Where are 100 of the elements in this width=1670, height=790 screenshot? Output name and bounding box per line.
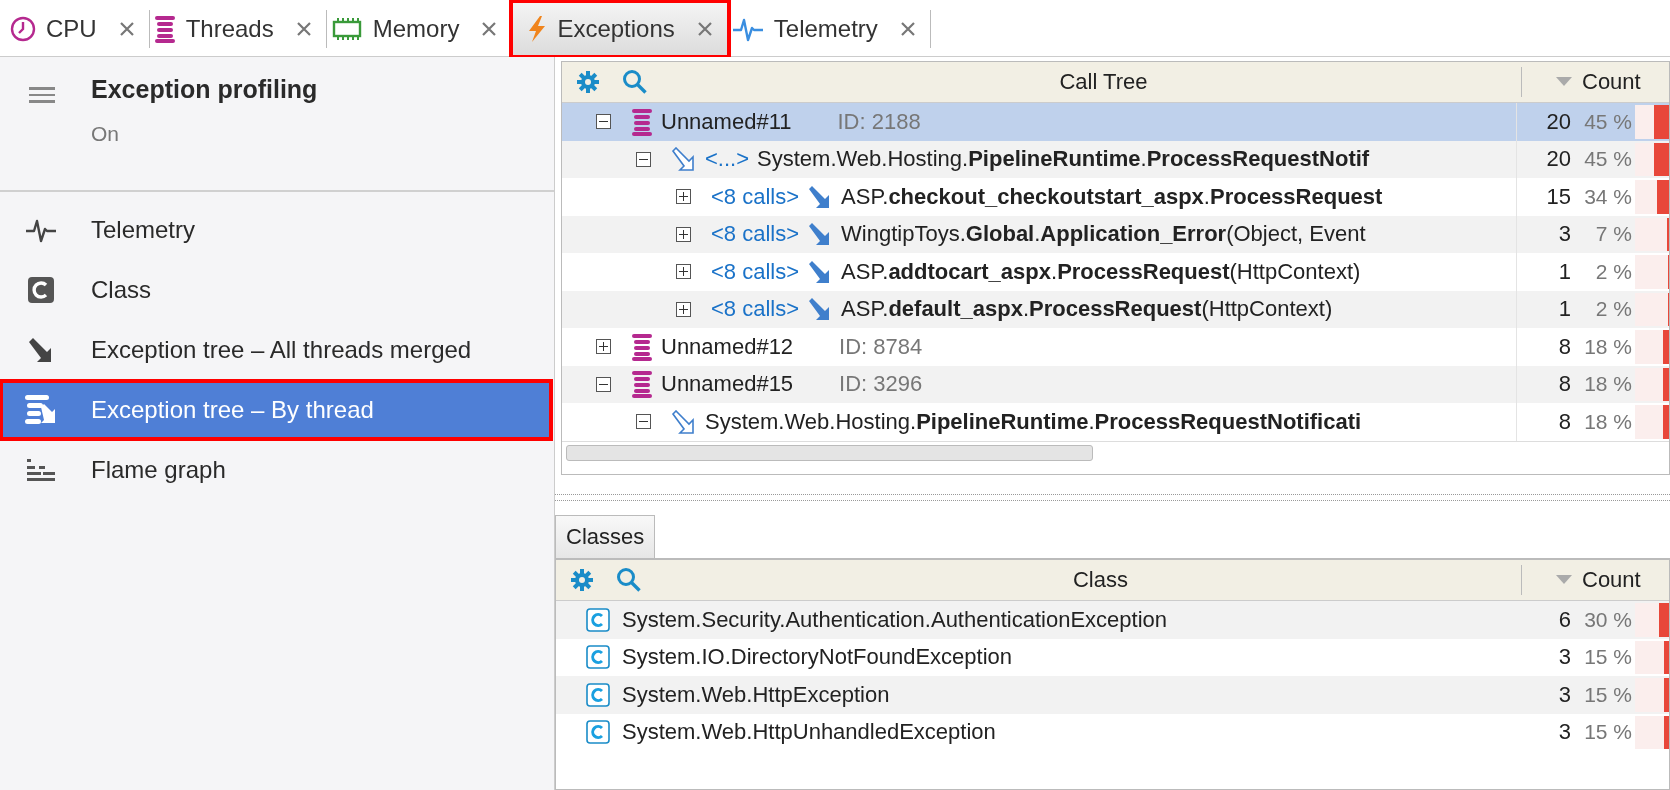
status-text: On bbox=[91, 122, 119, 146]
thread-icon bbox=[631, 332, 653, 361]
tree-row[interactable]: <...> System.Web.Hosting.PipelineRuntime.ProcessRequestNotif 20 45 % bbox=[562, 140, 1669, 178]
thread-icon bbox=[153, 15, 176, 43]
method-name: ASP.default_aspx.ProcessRequest(HttpContext) bbox=[841, 296, 1333, 323]
count-cell-text: 8 bbox=[1557, 408, 1572, 435]
pulse-icon bbox=[731, 16, 764, 42]
flame-graph-icon bbox=[24, 457, 57, 483]
count-column-header[interactable]: Count bbox=[1582, 567, 1641, 593]
percent-text: 18 % bbox=[1584, 409, 1632, 434]
collapse-icon[interactable] bbox=[636, 151, 651, 167]
thread-name: Unnamed#12 bbox=[661, 333, 794, 360]
close-icon[interactable] bbox=[696, 21, 713, 37]
down-right-arrow-icon bbox=[671, 147, 697, 172]
column-header[interactable]: Call Tree bbox=[686, 69, 1521, 95]
column-header[interactable]: Class bbox=[680, 567, 1521, 593]
sidebar-item[interactable]: Exception tree – All threads merged bbox=[0, 320, 554, 380]
count-cell-text: 1 bbox=[1557, 258, 1572, 285]
scrollbar-thumb[interactable] bbox=[566, 444, 1093, 461]
expand-icon[interactable] bbox=[596, 339, 611, 355]
percent-text: 18 % bbox=[1584, 372, 1632, 397]
class-icon bbox=[586, 682, 610, 707]
sidebar-item[interactable]: Telemetry bbox=[0, 200, 554, 260]
sidebar-item[interactable]: Exception tree – By thread bbox=[0, 380, 552, 440]
count-column-header[interactable]: Count bbox=[1582, 69, 1641, 95]
calls-link[interactable]: <8 calls> bbox=[711, 221, 800, 248]
count-cell-text: 1 bbox=[1557, 296, 1572, 323]
memory-chip-icon bbox=[330, 17, 363, 41]
tree-row[interactable]: Unnamed#12 ID: 8784 8 18 % bbox=[562, 328, 1669, 366]
close-icon[interactable] bbox=[481, 21, 498, 37]
percent-text: 45 % bbox=[1584, 109, 1632, 134]
calls-link[interactable]: <...> bbox=[705, 146, 750, 173]
count-cell-text: 6 bbox=[1557, 606, 1572, 633]
tab[interactable]: Telemetry bbox=[727, 10, 931, 48]
thread-name: Unnamed#15 bbox=[661, 371, 794, 398]
percent-text: 30 % bbox=[1584, 607, 1632, 632]
count-cell-text: 8 bbox=[1557, 371, 1572, 398]
method-name: WingtipToys.Global.Application_Error(Object, Event bbox=[841, 221, 1366, 248]
percent-text: 18 % bbox=[1584, 334, 1632, 359]
search-icon[interactable] bbox=[616, 567, 642, 593]
collapse-icon[interactable] bbox=[596, 114, 611, 130]
sidebar-item[interactable]: Flame graph bbox=[0, 440, 554, 500]
thread-arrow-icon bbox=[23, 394, 58, 426]
percent-text: 34 % bbox=[1584, 184, 1632, 209]
sidebar-item[interactable]: Class bbox=[0, 260, 554, 320]
tree-row[interactable]: System.Web.Hosting.PipelineRuntime.ProcessRequestNotificati 8 18 % bbox=[562, 403, 1669, 441]
expand-icon[interactable] bbox=[676, 189, 691, 205]
calls-link[interactable]: <8 calls> bbox=[711, 183, 800, 210]
expand-icon[interactable] bbox=[676, 264, 691, 280]
close-icon[interactable] bbox=[295, 21, 312, 37]
class-name: System.Security.Authentication.AuthenticationException bbox=[622, 606, 1168, 633]
tree-row[interactable]: <8 calls> WingtipToys.Global.Application_Error(Object, Event 3 7 % bbox=[562, 215, 1669, 253]
class-icon bbox=[586, 645, 610, 670]
tree-row[interactable]: Unnamed#15 ID: 3296 8 18 % bbox=[562, 365, 1669, 403]
percent-text: 2 % bbox=[1595, 297, 1632, 322]
thread-name: Unnamed#11 bbox=[661, 108, 792, 135]
tab[interactable]: Classes bbox=[555, 515, 656, 558]
search-icon[interactable] bbox=[622, 69, 648, 95]
count-cell-text: 20 bbox=[1545, 108, 1572, 135]
thread-id: ID: 3296 bbox=[839, 371, 923, 398]
count-cell-text: 3 bbox=[1557, 681, 1572, 708]
tab[interactable]: CPU bbox=[6, 10, 150, 48]
count-cell-text: 3 bbox=[1557, 644, 1572, 671]
collapse-icon[interactable] bbox=[636, 414, 651, 430]
close-icon[interactable] bbox=[899, 21, 916, 37]
thread-id: ID: 2188 bbox=[837, 108, 921, 135]
percent-text: 2 % bbox=[1595, 259, 1632, 284]
class-icon bbox=[586, 607, 610, 632]
percent-text: 15 % bbox=[1584, 682, 1632, 707]
collapse-icon[interactable] bbox=[596, 376, 611, 392]
percent-text: 7 % bbox=[1595, 222, 1632, 247]
thread-icon bbox=[631, 107, 653, 136]
percent-text: 15 % bbox=[1584, 720, 1632, 745]
method-name: ASP.checkout_checkoutstart_aspx.ProcessRequest bbox=[841, 183, 1383, 210]
calls-link[interactable]: <8 calls> bbox=[711, 296, 800, 323]
expand-icon[interactable] bbox=[676, 226, 691, 242]
thread-id: ID: 8784 bbox=[839, 333, 923, 360]
method-name: System.Web.Hosting.PipelineRuntime.ProcessRequestNotificati bbox=[705, 408, 1362, 435]
tree-row[interactable]: <8 calls> ASP.default_aspx.ProcessRequest(HttpContext) 1 2 % bbox=[562, 290, 1669, 328]
thread-icon bbox=[631, 370, 653, 399]
percent-text: 15 % bbox=[1584, 645, 1632, 670]
down-right-arrow-icon bbox=[671, 409, 697, 434]
lightning-icon bbox=[527, 15, 548, 43]
close-icon[interactable] bbox=[118, 21, 135, 37]
percent-text: 45 % bbox=[1584, 147, 1632, 172]
expand-icon[interactable] bbox=[676, 301, 691, 317]
class-icon bbox=[26, 276, 55, 304]
count-cell-text: 8 bbox=[1557, 333, 1572, 360]
class-name: System.Web.HttpUnhandledException bbox=[622, 719, 997, 746]
clock-icon bbox=[10, 16, 36, 42]
calls-link[interactable]: <8 calls> bbox=[711, 258, 800, 285]
splitter[interactable] bbox=[555, 493, 1670, 501]
count-cell-text: 3 bbox=[1557, 221, 1572, 248]
tab[interactable]: Exceptions bbox=[512, 2, 728, 56]
count-cell-text: 15 bbox=[1545, 183, 1572, 210]
tree-row[interactable]: Unnamed#11 ID: 2188 20 45 % bbox=[562, 103, 1669, 141]
tree-row[interactable]: <8 calls> ASP.checkout_checkoutstart_aspx.ProcessRequest 15 34 % bbox=[562, 178, 1669, 216]
pulse-icon bbox=[24, 217, 57, 243]
tree-row[interactable]: <8 calls> ASP.addtocart_aspx.ProcessRequest(HttpContext) 1 2 % bbox=[562, 253, 1669, 291]
tab[interactable]: Threads bbox=[149, 10, 327, 48]
